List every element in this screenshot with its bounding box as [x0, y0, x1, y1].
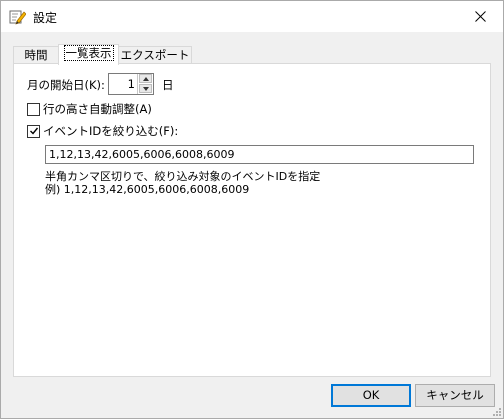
tab-list-view-label: 一覧表示 [63, 45, 114, 61]
tab-export[interactable]: エクスポート [118, 46, 192, 64]
ok-button[interactable]: OK [331, 384, 411, 407]
settings-pencil-icon [9, 10, 26, 25]
arrow-down-icon [143, 87, 149, 91]
arrow-up-icon [143, 77, 149, 81]
filter-event-ids-checkbox[interactable] [27, 125, 40, 138]
checkmark-icon [30, 127, 39, 135]
settings-dialog: 設定 時間 一覧表示 エクスポート 月の開始日(K): 1 日 行の高さ自動調整… [0, 0, 504, 419]
start-day-unit: 日 [162, 78, 174, 92]
tab-export-label: エクスポート [120, 48, 190, 62]
spinner-buttons [137, 74, 153, 94]
spin-down-button[interactable] [139, 84, 152, 93]
tab-panel-list-view: 月の開始日(K): 1 日 行の高さ自動調整(A) イベントIDを絞り込む(F)… [13, 63, 491, 377]
event-ids-input[interactable]: 1,12,13,42,6005,6006,6008,6009 [45, 145, 474, 164]
start-day-spinner[interactable]: 1 [108, 73, 154, 95]
tab-time[interactable]: 時間 [13, 46, 59, 64]
tab-list-view[interactable]: 一覧表示 [58, 44, 119, 65]
close-icon [474, 11, 486, 22]
window-title: 設定 [33, 11, 58, 25]
auto-row-height-checkbox[interactable] [27, 103, 40, 116]
close-button[interactable] [457, 1, 503, 32]
auto-row-height-label[interactable]: 行の高さ自動調整(A) [43, 101, 152, 117]
start-day-value[interactable]: 1 [128, 77, 135, 91]
example-text: 例) 1,12,13,42,6005,6006,6008,6009 [45, 183, 250, 196]
cancel-button[interactable]: キャンセル [415, 384, 495, 407]
tab-time-label: 時間 [24, 48, 48, 62]
filter-event-ids-label[interactable]: イベントIDを絞り込む(F): [43, 123, 178, 139]
resize-grip-icon[interactable] [491, 406, 501, 416]
title-bar: 設定 [1, 1, 503, 32]
spin-up-button[interactable] [139, 74, 152, 83]
start-day-label: 月の開始日(K): [27, 78, 105, 92]
